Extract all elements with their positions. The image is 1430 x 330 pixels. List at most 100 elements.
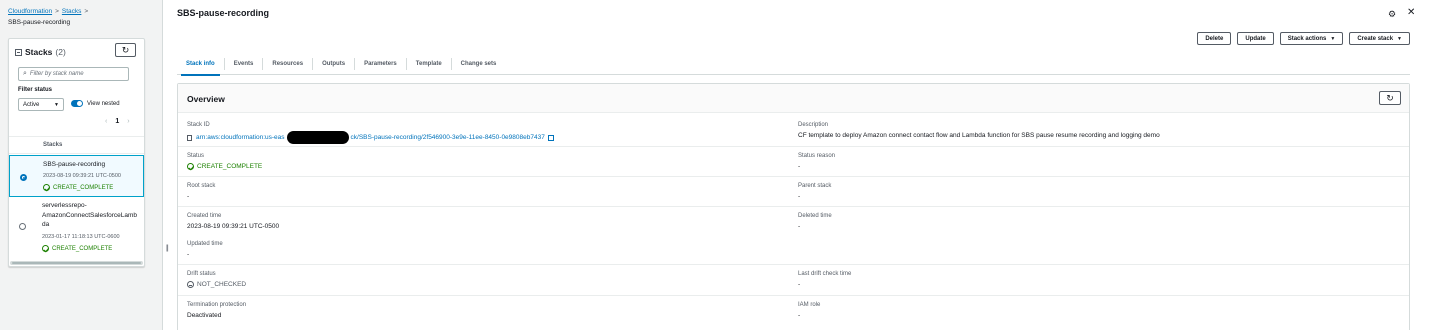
description-field: Description CF template to deploy Amazon… xyxy=(798,122,1160,139)
caret-down-icon: ▼ xyxy=(1397,35,1402,42)
create-stack-dropdown[interactable]: Create stack ▼ xyxy=(1349,32,1410,45)
minus-circle-icon xyxy=(187,281,194,288)
update-button-label: Update xyxy=(1245,35,1266,42)
status-reason-field: Status reason - xyxy=(798,153,835,170)
breadcrumb-cloudformation-link[interactable]: Cloudformation xyxy=(8,8,52,15)
stack-status: CREATE_COMPLETE xyxy=(52,245,113,252)
divider xyxy=(178,295,1409,296)
caret-down-icon: ▼ xyxy=(54,101,59,108)
deleted-time-field: Deleted time - xyxy=(798,213,832,230)
status-label: Status xyxy=(187,153,205,159)
toggle-switch-icon xyxy=(71,100,83,107)
stack-id-field: Stack ID arn:aws:cloudformation:us-eas ck… xyxy=(187,122,554,144)
stack-id-label: Stack ID xyxy=(187,122,210,128)
drift-status-value: NOT_CHECKED xyxy=(197,281,247,288)
overview-title: Overview xyxy=(187,94,225,104)
drift-status-label: Drift status xyxy=(187,271,216,277)
stack-name[interactable]: SBS-pause-recording xyxy=(43,160,143,170)
scrollbar-thumb[interactable] xyxy=(12,262,141,264)
overview-header: Overview ↻ xyxy=(178,84,1409,113)
check-circle-icon xyxy=(43,184,50,191)
filter-status-label: Filter status xyxy=(18,87,53,93)
update-button[interactable]: Update xyxy=(1237,32,1274,45)
pagination: ‹ 1 › xyxy=(105,118,130,125)
stack-name-filter-input[interactable]: ⌕ Filter by stack name xyxy=(18,67,129,81)
created-time-label: Created time xyxy=(187,213,222,219)
stacks-count: (2) xyxy=(55,47,66,57)
external-link-icon[interactable] xyxy=(547,134,554,141)
list-item[interactable]: serverlessrepo- AmazonConnectSalesforceL… xyxy=(9,200,144,260)
tab-change-sets[interactable]: Change sets xyxy=(450,57,506,70)
tab-resources[interactable]: Resources xyxy=(262,57,312,70)
tab-stack-info[interactable]: Stack info xyxy=(177,58,224,76)
stack-id-suffix: ck/SBS-pause-recording/2f546900-3e9e-11e… xyxy=(350,134,545,141)
status-value: CREATE_COMPLETE xyxy=(197,163,263,170)
breadcrumb-current: SBS-pause-recording xyxy=(8,19,71,26)
breadcrumb-separator: > xyxy=(55,8,59,15)
parent-stack-label: Parent stack xyxy=(798,183,832,189)
stack-name[interactable]: serverlessrepo- AmazonConnectSalesforceL… xyxy=(42,201,142,230)
created-time-value: 2023-08-19 09:39:21 UTC-0500 xyxy=(187,223,280,230)
list-item[interactable]: SBS-pause-recording 2023-08-19 09:39:21 … xyxy=(9,155,144,197)
stack-name-line: da xyxy=(42,221,50,228)
termination-protection-label: Termination protection xyxy=(187,302,247,308)
filter-placeholder: Filter by stack name xyxy=(29,71,84,77)
status-field: Status CREATE_COMPLETE xyxy=(187,153,262,170)
refresh-stacks-button[interactable]: ↻ xyxy=(115,43,136,57)
stack-actions-label: Stack actions xyxy=(1287,35,1327,42)
tab-parameters[interactable]: Parameters xyxy=(354,57,406,70)
horizontal-scrollbar[interactable] xyxy=(10,261,143,265)
breadcrumb: Cloudformation > Stacks > xyxy=(8,8,91,15)
divider xyxy=(178,176,1409,177)
root-stack-field: Root stack - xyxy=(187,183,215,200)
iam-role-field: IAM role - xyxy=(798,302,820,319)
search-icon: ⌕ xyxy=(23,70,27,77)
redaction-block xyxy=(286,131,349,144)
view-nested-toggle[interactable]: View nested xyxy=(71,100,120,107)
stack-actions-toolbar: Delete Update Stack actions ▼ Create stac… xyxy=(1197,32,1410,45)
deleted-time-value: - xyxy=(798,223,801,230)
stacks-list-card: Stacks (2) ↻ ⌕ Filter by stack name Filt… xyxy=(8,38,145,267)
filter-status-select[interactable]: Active ▼ xyxy=(18,98,64,111)
breadcrumb-stacks-link[interactable]: Stacks xyxy=(62,8,82,15)
radio-selected-icon[interactable] xyxy=(20,174,27,181)
stack-status: CREATE_COMPLETE xyxy=(53,184,114,191)
refresh-overview-button[interactable]: ↻ xyxy=(1379,91,1401,105)
stack-detail-tabs: Stack info Events Resources Outputs Para… xyxy=(177,53,1410,76)
view-nested-label: View nested xyxy=(87,100,120,107)
stack-id-value[interactable]: arn:aws:cloudformation:us-eas ck/SBS-paus… xyxy=(187,131,554,144)
last-drift-check-field: Last drift check time - xyxy=(798,271,851,288)
iam-role-label: IAM role xyxy=(798,302,821,308)
breadcrumb-separator: > xyxy=(84,8,89,15)
stack-created-date: 2023-08-19 09:39:21 UTC-0500 xyxy=(43,173,121,179)
updated-time-field: Updated time - xyxy=(187,241,223,258)
last-drift-check-value: - xyxy=(798,281,801,288)
status-badge: CREATE_COMPLETE xyxy=(43,184,113,191)
page-number[interactable]: 1 xyxy=(115,118,119,125)
root-stack-label: Root stack xyxy=(187,183,216,189)
delete-button[interactable]: Delete xyxy=(1197,32,1232,45)
chevron-right-icon[interactable]: › xyxy=(127,118,129,125)
panel-resize-handle-icon[interactable]: || xyxy=(166,245,168,252)
settings-icon[interactable]: ⚙ xyxy=(1388,9,1396,20)
created-time-field: Created time 2023-08-19 09:39:21 UTC-050… xyxy=(187,213,279,230)
collapse-icon[interactable] xyxy=(15,48,22,56)
stack-actions-dropdown[interactable]: Stack actions ▼ xyxy=(1279,32,1344,45)
filter-status-value: Active xyxy=(23,101,40,108)
copy-icon[interactable] xyxy=(187,134,192,141)
tab-events[interactable]: Events xyxy=(223,57,263,70)
stacks-column-header: Stacks xyxy=(9,136,144,154)
stacks-side-panel: Cloudformation > Stacks > SBS-pause-recordi… xyxy=(0,0,163,330)
check-circle-icon xyxy=(187,163,194,170)
close-icon[interactable]: ✕ xyxy=(1407,7,1415,18)
refresh-icon: ↻ xyxy=(1386,92,1394,103)
caret-down-icon: ▼ xyxy=(1330,35,1336,42)
chevron-left-icon[interactable]: ‹ xyxy=(105,118,107,125)
tab-outputs[interactable]: Outputs xyxy=(312,57,354,70)
termination-protection-value: Deactivated xyxy=(187,312,222,319)
overview-panel: Overview ↻ Stack ID arn:aws:cloudformati… xyxy=(177,83,1410,330)
divider xyxy=(178,146,1409,147)
radio-icon[interactable] xyxy=(19,223,26,230)
stack-name-line: serverlessrepo- xyxy=(42,202,87,209)
tab-template[interactable]: Template xyxy=(405,57,451,70)
